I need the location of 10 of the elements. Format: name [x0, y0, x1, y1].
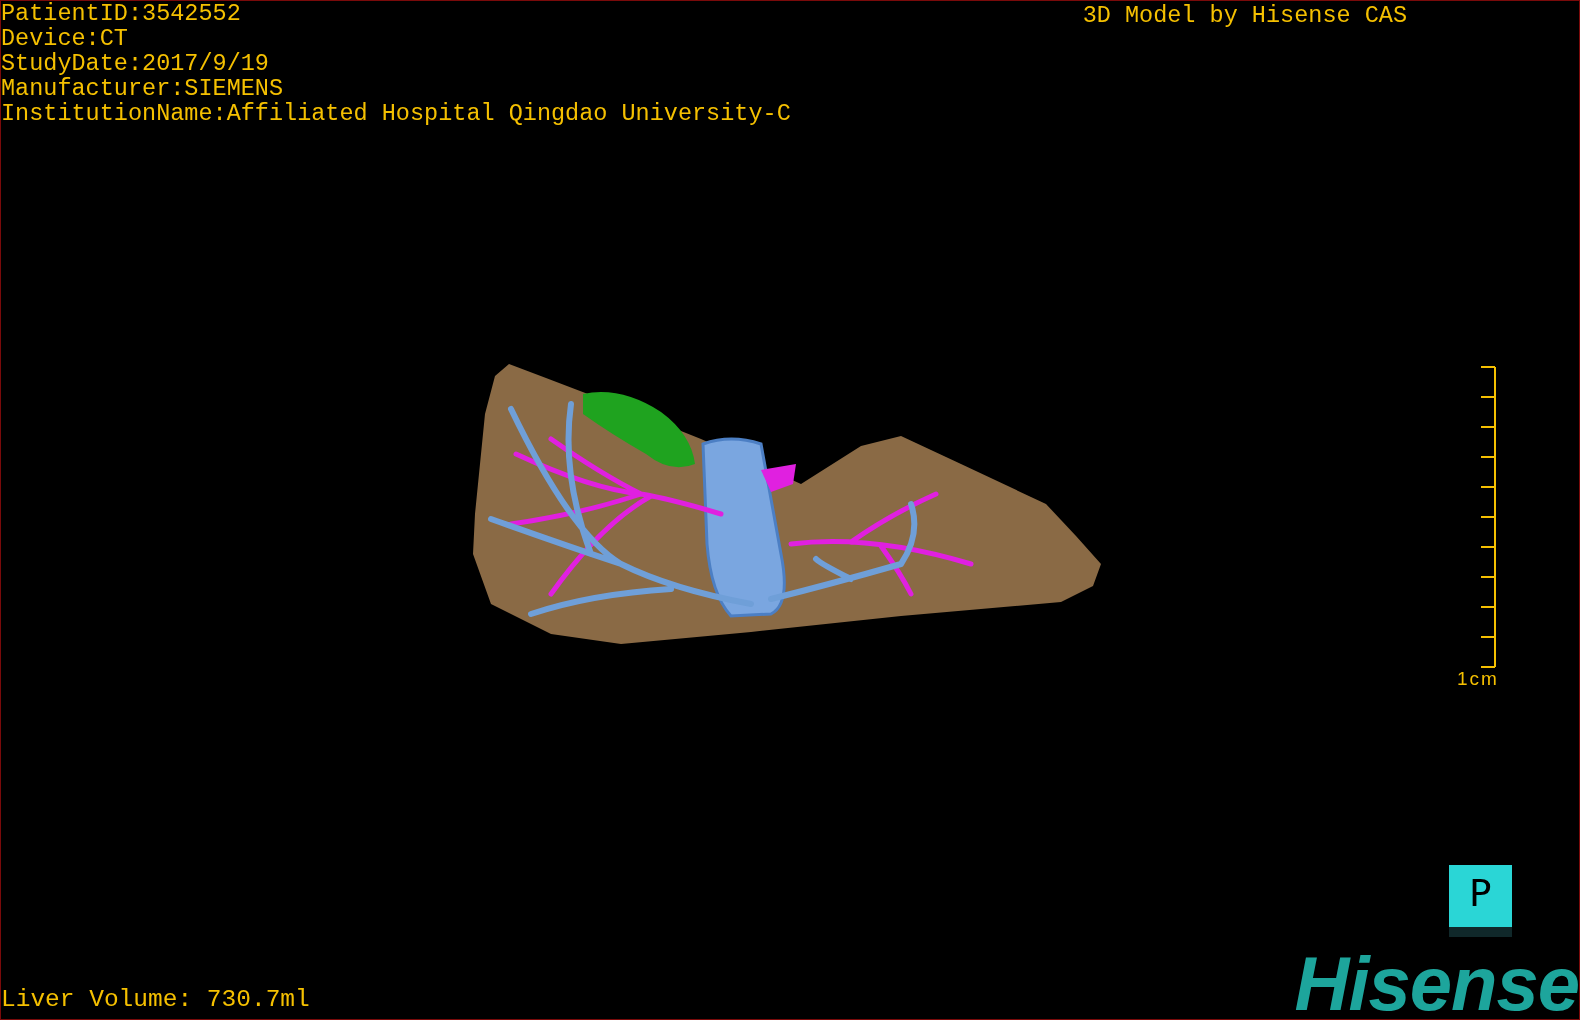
scale-bar-label: 1cm — [1457, 668, 1499, 690]
study-info-text: InstitutionName:Affiliated Hospital Qingdao University-C — [1, 101, 791, 126]
study-info-text: Device:CT — [1, 26, 129, 51]
study-info-text: Manufacturer:SIEMENS — [1, 76, 285, 101]
brand-logo: Hisense — [1294, 951, 1579, 1017]
liver-volume-text: Liver Volume: 730.7ml — [1, 985, 310, 1015]
orientation-cube[interactable]: P — [1449, 865, 1512, 937]
viewer-title: 3D Model by Hisense CAS — [1082, 1, 1407, 31]
study-info-text: StudyDate:2017/9/19 — [1, 51, 270, 76]
study-info-text: PatientID:3542552 — [1, 1, 242, 26]
